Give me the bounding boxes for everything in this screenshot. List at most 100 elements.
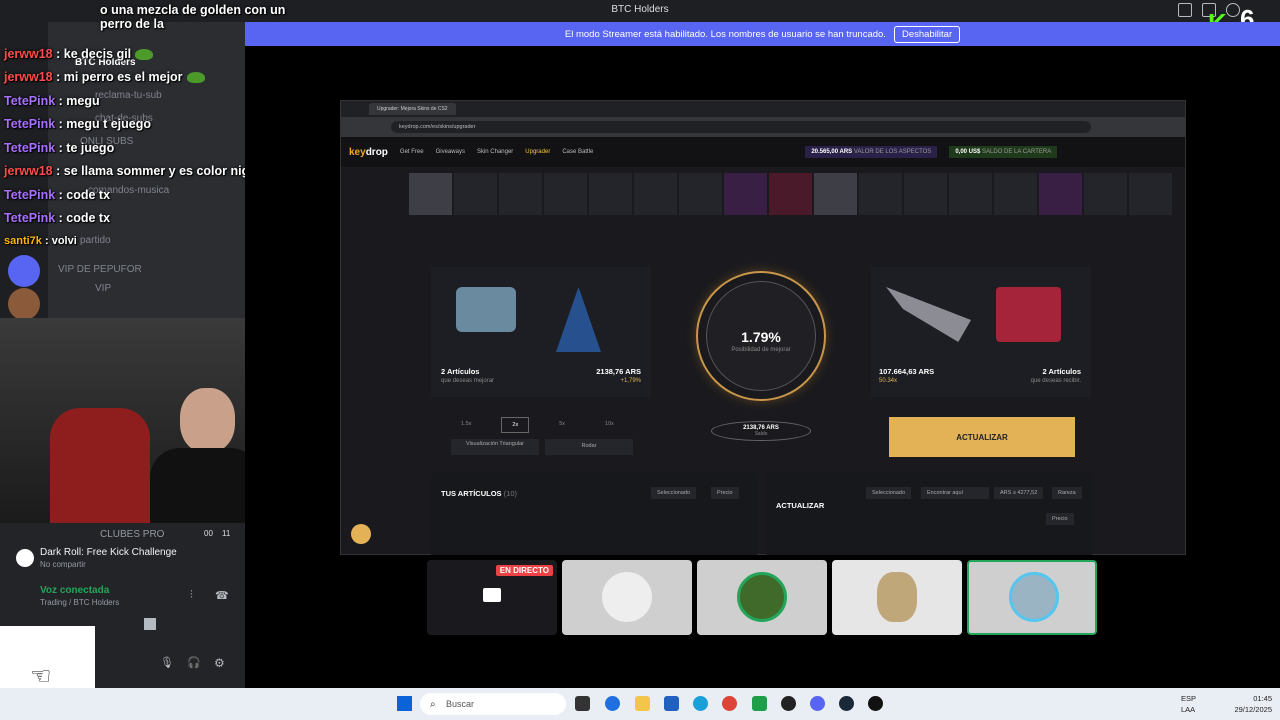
activities-icon[interactable] [144,618,156,630]
mult-option[interactable]: 5x [549,417,575,433]
skin-card[interactable] [499,173,542,215]
participant-tile[interactable] [832,560,962,635]
right-items-panel[interactable]: 107.664,63 ARS 50.34x 2 Artículos que de… [871,267,1091,397]
participant-tile[interactable] [562,560,692,635]
edge-icon[interactable] [693,696,708,711]
settings-gear-icon[interactable]: ⚙ [214,656,225,670]
skin-card[interactable] [1084,173,1127,215]
taskbar-search[interactable]: Buscar [420,693,566,715]
chat-bubble-icon[interactable] [351,524,371,544]
discord-icon[interactable] [810,696,825,711]
language-indicator[interactable]: ESP LAA [1181,693,1196,715]
skin-card[interactable] [544,173,587,215]
nav-case-battle[interactable]: Case Battle [562,149,593,155]
skin-card[interactable] [409,173,452,215]
frog-emote-icon [135,49,154,61]
nav-get-free[interactable]: Get Free [400,149,424,155]
skin-card[interactable] [589,173,632,215]
microphone-icon[interactable]: 🎙 [160,656,174,669]
left-subtitle: que deseas mejorar [441,378,495,384]
participant-tile[interactable] [697,560,827,635]
webcam-feed [0,318,280,523]
price-sort[interactable]: Precio [711,487,739,499]
selected-filter[interactable]: Seleccionado [866,487,912,499]
mult-option[interactable]: 10x [595,417,624,433]
chat-message: ke decis gil [63,47,132,61]
help-icon[interactable] [1226,3,1240,17]
nav-skin-changer[interactable]: Skin Changer [477,149,513,155]
noise-icon[interactable]: ⫶ [190,589,193,602]
disable-button[interactable]: Deshabilitar [893,25,961,43]
chat-user: jerww18 [4,47,53,61]
skin-card[interactable] [454,173,497,215]
chat-message: o una mezcla de golden con un perro de l… [100,3,286,31]
voice-status[interactable]: Voz conectada [40,585,109,596]
search-field[interactable]: Encontrar aquí [921,487,989,499]
skin-card[interactable] [634,173,677,215]
channel-vip[interactable]: VIP [95,283,111,294]
your-items-title: TUS ARTÍCULOS (10) [441,489,517,498]
skin-card[interactable] [814,173,857,215]
skin-card[interactable] [769,173,812,215]
obs-icon[interactable] [868,696,883,711]
clock[interactable]: 01:45 29/12/2025 [1234,693,1272,715]
address-bar[interactable]: keydrop.com/es/skins/upgrader [391,121,1091,133]
skin-card[interactable] [1039,173,1082,215]
nav-upgrader[interactable]: Upgrader [525,149,550,155]
screen-share-tile[interactable]: EN DIRECTO [427,560,557,635]
rarity-filter[interactable]: Rareza [1052,487,1082,499]
skin-card[interactable] [1129,173,1172,215]
search-icon: ⌕ [430,699,436,710]
mult-option[interactable]: 1.5x [451,417,481,433]
category-vip[interactable]: VIP DE PEPUFOR [58,264,142,275]
hand-cursor-icon: ☜ [30,663,52,690]
skin-card[interactable] [904,173,947,215]
right-title: 2 Artículos [1042,367,1081,376]
task-view-icon[interactable] [575,696,590,711]
skin-card[interactable] [724,173,767,215]
update-button[interactable]: ACTUALIZAR [889,417,1075,457]
app-icon[interactable] [781,696,796,711]
viz-toggle[interactable]: Visualización Triangular [451,439,539,455]
skin-card[interactable] [859,173,902,215]
selected-filter[interactable]: Seleccionado [651,487,697,499]
excel-icon[interactable] [752,696,767,711]
chat-user: TetePink [4,141,56,155]
chrome-icon[interactable] [722,696,737,711]
left-items-panel[interactable]: 2 Artículos que deseas mejorar 2138,76 A… [431,267,651,397]
participant-tile[interactable] [967,560,1097,635]
skin-card[interactable] [679,173,722,215]
nav-giveaways[interactable]: Giveaways [436,149,465,155]
mult-option[interactable]: 2x [501,417,530,433]
skin-card[interactable] [949,173,992,215]
category-label: VIP DE PEPUFOR [58,264,142,275]
ars-filter[interactable]: ARS ≥ 4277,52 [994,487,1044,499]
steam-icon[interactable] [839,696,854,711]
right-subtitle: que deseas recibir. [1030,378,1081,384]
headphones-icon[interactable]: 🎧 [187,656,201,669]
price-sort[interactable]: Precio [1046,513,1074,525]
chat-user: TetePink [4,94,56,108]
browser-tab[interactable]: Upgrader: Mejora Skins de CS2 [369,103,456,115]
copilot-icon[interactable] [605,696,620,711]
chat-message: code tx [66,211,111,225]
start-button-icon[interactable] [397,696,412,711]
activity-title[interactable]: Dark Roll: Free Kick Challenge [40,547,177,558]
voice-location[interactable]: Trading / BTC Holders [40,598,119,607]
keydrop-logo[interactable]: keydrop [349,147,388,158]
inbox-icon[interactable] [1178,3,1192,17]
server-icon[interactable] [8,255,40,287]
activity-icon [16,549,34,567]
file-explorer-icon[interactable] [635,696,650,711]
store-icon[interactable] [664,696,679,711]
balance-box[interactable]: 20.565,00 ARS VALOR DE LOS ASPECTOS [805,146,938,158]
wallet-box[interactable]: 0,00 US$ SALDO DE LA CARTERA [949,146,1058,158]
saldo-label: Saldo [754,431,768,437]
chat-message: volvi [51,235,77,247]
right-multiplier: 50.34x [879,378,898,384]
disconnect-icon[interactable]: ☎ [215,589,229,602]
voice-channel-name[interactable]: CLUBES PRO [100,529,164,540]
server-icon[interactable] [8,288,40,320]
roll-button[interactable]: Rodar [545,439,633,455]
skin-card[interactable] [994,173,1037,215]
